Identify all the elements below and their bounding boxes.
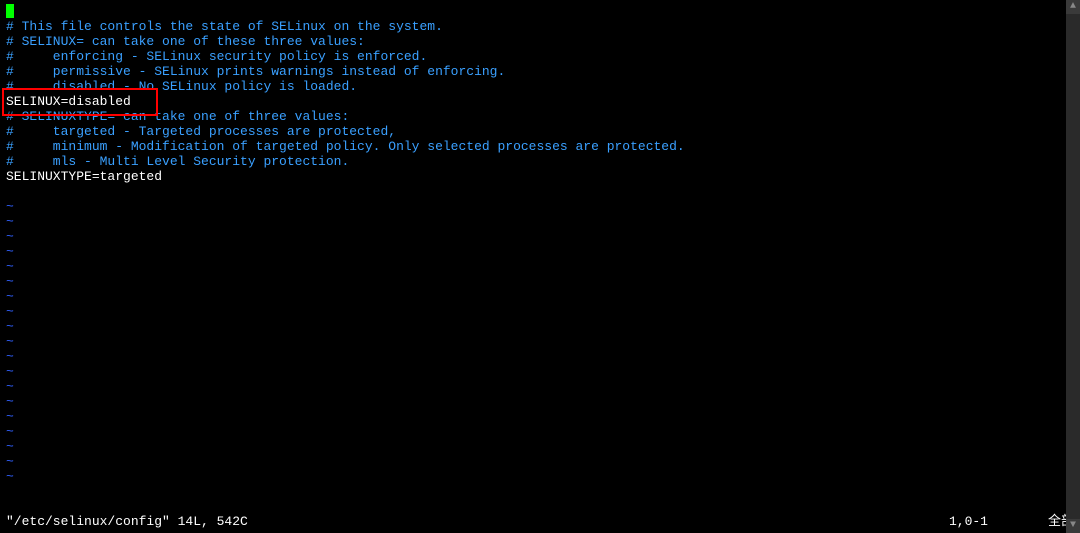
editor-line-config: SELINUXTYPE=targeted <box>6 169 1060 184</box>
tilde-line: ~ <box>6 454 1060 469</box>
editor-line: # mls - Multi Level Security protection. <box>6 154 1060 169</box>
cursor-block <box>6 4 14 18</box>
tilde-line: ~ <box>6 274 1060 289</box>
tilde-line: ~ <box>6 319 1060 334</box>
tilde-line: ~ <box>6 379 1060 394</box>
terminal-editor[interactable]: # This file controls the state of SELinu… <box>0 0 1080 533</box>
vertical-scrollbar[interactable]: ▲ ▼ <box>1066 0 1080 533</box>
tilde-line: ~ <box>6 469 1060 484</box>
editor-line-config: SELINUX=disabled <box>6 94 1060 109</box>
editor-line: # SELINUX= can take one of these three v… <box>6 34 1060 49</box>
tilde-line: ~ <box>6 214 1060 229</box>
editor-line: # permissive - SELinux prints warnings i… <box>6 64 1060 79</box>
status-cursor-position: 1,0-1 <box>949 514 988 529</box>
tilde-line: ~ <box>6 244 1060 259</box>
tilde-line: ~ <box>6 304 1060 319</box>
status-file-info: "/etc/selinux/config" 14L, 542C <box>6 514 248 529</box>
tilde-line: ~ <box>6 349 1060 364</box>
editor-empty-line <box>6 184 1060 199</box>
tilde-line: ~ <box>6 259 1060 274</box>
tilde-line: ~ <box>6 199 1060 214</box>
editor-line: # SELINUXTYPE= can take one of three val… <box>6 109 1060 124</box>
tilde-line: ~ <box>6 334 1060 349</box>
tilde-line: ~ <box>6 439 1060 454</box>
editor-line: # This file controls the state of SELinu… <box>6 19 1060 34</box>
editor-line-cursor <box>6 4 1060 19</box>
editor-line: # disabled - No SELinux policy is loaded… <box>6 79 1060 94</box>
tilde-line: ~ <box>6 409 1060 424</box>
scroll-down-arrow[interactable]: ▼ <box>1066 519 1080 533</box>
tilde-line: ~ <box>6 424 1060 439</box>
editor-line: # enforcing - SELinux security policy is… <box>6 49 1060 64</box>
tilde-line: ~ <box>6 229 1060 244</box>
tilde-line: ~ <box>6 394 1060 409</box>
editor-line: # targeted - Targeted processes are prot… <box>6 124 1060 139</box>
tilde-line: ~ <box>6 364 1060 379</box>
scroll-up-arrow[interactable]: ▲ <box>1066 0 1080 14</box>
editor-line: # minimum - Modification of targeted pol… <box>6 139 1060 154</box>
editor-content[interactable]: # This file controls the state of SELinu… <box>6 4 1060 484</box>
tilde-line: ~ <box>6 289 1060 304</box>
vim-status-bar: "/etc/selinux/config" 14L, 542C 1,0-1 全部 <box>6 514 1074 529</box>
tilde-lines-container: ~~~~~~~~~~~~~~~~~~~ <box>6 199 1060 484</box>
